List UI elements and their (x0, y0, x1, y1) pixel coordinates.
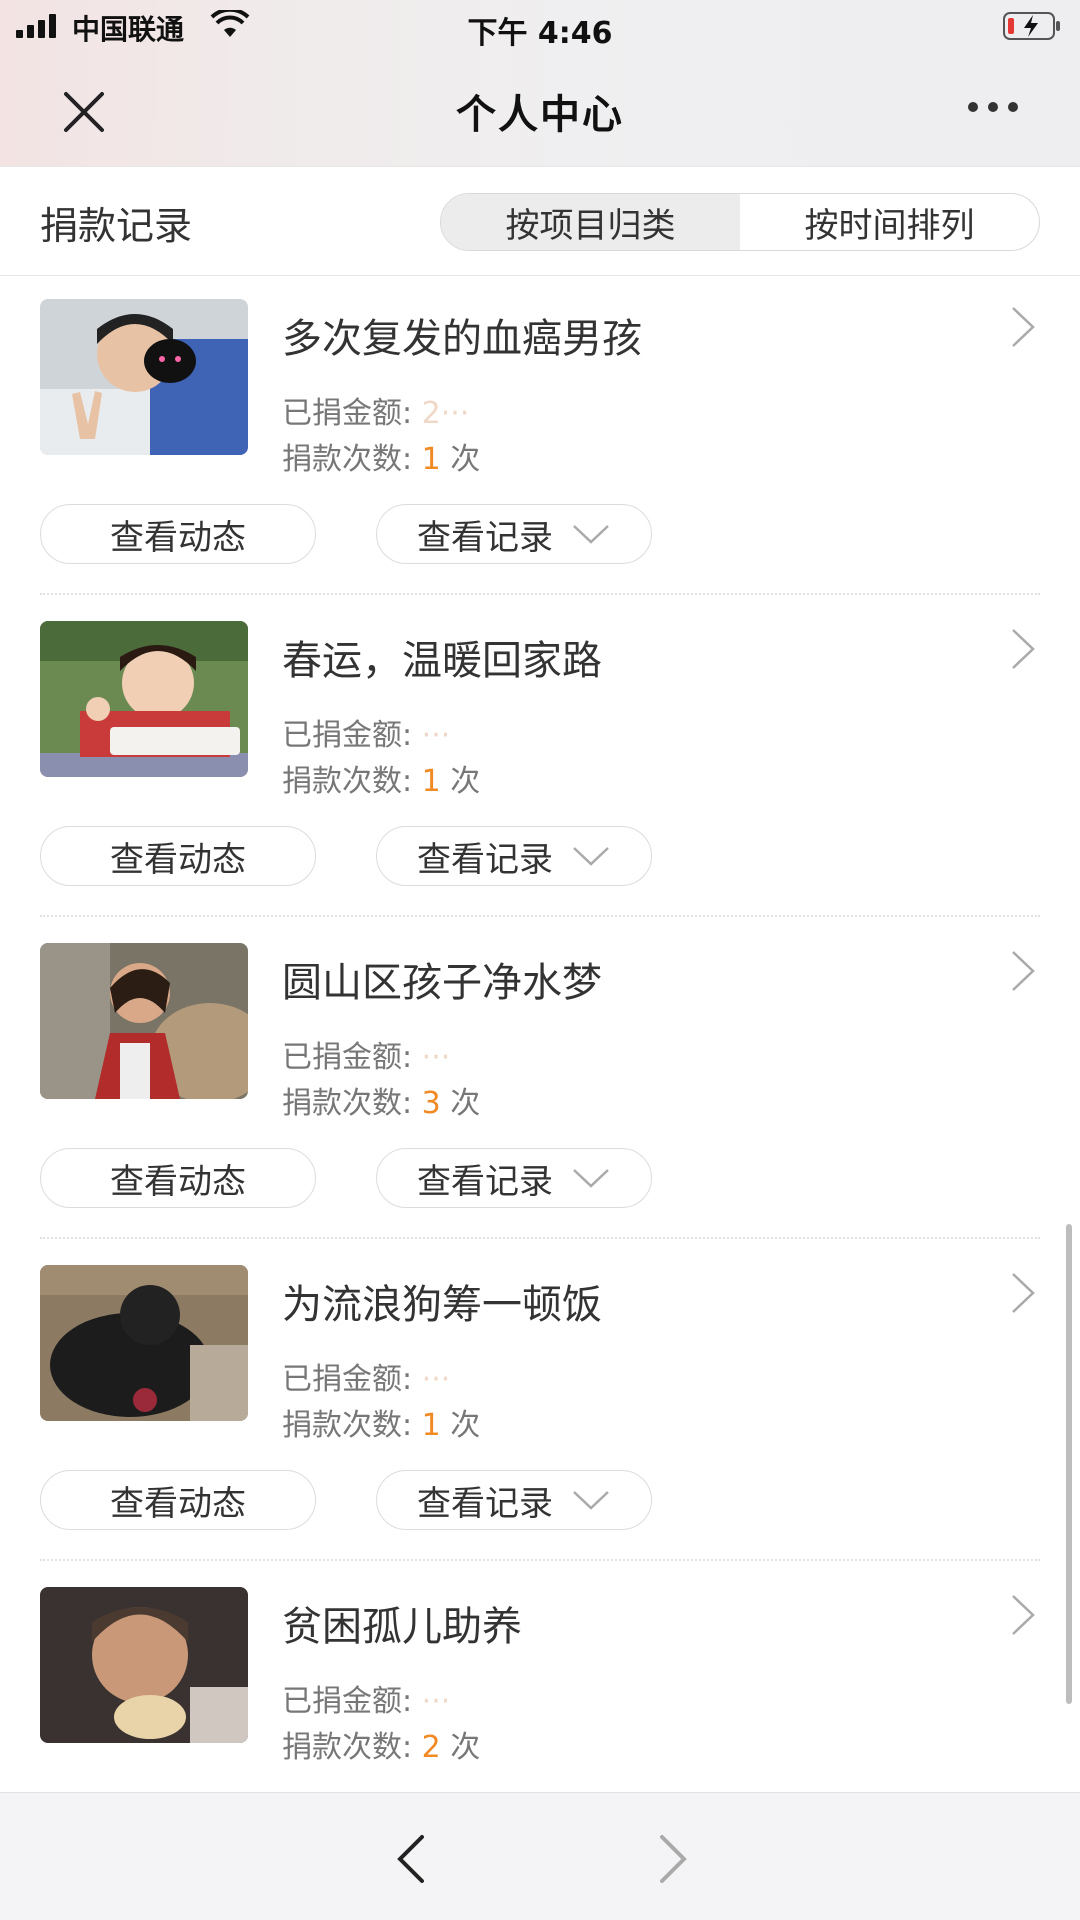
chevron-right-icon[interactable] (1008, 304, 1038, 350)
donated-amount: 已捐金额: 2··· (282, 396, 470, 431)
status-time: 下午 4:46 (467, 16, 613, 51)
list-item[interactable]: 春运，温暖回家路 已捐金额: ··· 捐款次数: 1 次 查看动态 查看记录 (0, 598, 1080, 920)
item-title: 多次复发的血癌男孩 (282, 316, 642, 362)
donated-amount: 已捐金额: ··· (282, 1040, 451, 1075)
donated-amount: 已捐金额: ··· (282, 718, 451, 753)
donation-header: 捐款记录 按项目归类 按时间排列 (0, 166, 1080, 276)
view-records-button[interactable]: 查看记录 (376, 1470, 652, 1530)
chevron-right-icon[interactable] (1008, 1592, 1038, 1638)
list-item[interactable]: 圆山区孩子净水梦 已捐金额: ··· 捐款次数: 3 次 查看动态 查看记录 (0, 920, 1080, 1242)
chevron-down-icon (573, 525, 609, 544)
divider (40, 915, 1040, 917)
scrollbar[interactable] (1066, 1224, 1072, 1704)
donation-count: 捐款次数: 1 次 (282, 442, 481, 477)
divider (40, 593, 1040, 595)
bottom-nav-bar (0, 1792, 1080, 1920)
donated-amount: 已捐金额: ··· (282, 1684, 451, 1719)
donation-count: 捐款次数: 2 次 (282, 1730, 481, 1765)
list-item[interactable]: 为流浪狗筹一顿饭 已捐金额: ··· 捐款次数: 1 次 查看动态 查看记录 (0, 1242, 1080, 1564)
back-arrow-icon[interactable] (392, 1833, 428, 1885)
donation-list: 多次复发的血癌男孩 已捐金额: 2··· 捐款次数: 1 次 查看动态 查看记录… (0, 276, 1080, 1792)
item-title: 春运，温暖回家路 (282, 638, 602, 684)
divider (40, 1559, 1040, 1561)
donated-amount: 已捐金额: ··· (282, 1362, 451, 1397)
nav-bar: 个人中心 (0, 58, 1080, 166)
child-hospital-photo (40, 299, 248, 455)
more-icon[interactable] (968, 102, 1018, 112)
sort-segmented-control: 按项目归类 按时间排列 (440, 193, 1040, 251)
chevron-down-icon (573, 1169, 609, 1188)
child-eating-photo (40, 621, 248, 777)
donation-count: 捐款次数: 1 次 (282, 1408, 481, 1443)
page-title: 个人中心 (456, 92, 624, 138)
view-records-button[interactable]: 查看记录 (376, 504, 652, 564)
divider (40, 1237, 1040, 1239)
status-bar: 中国联通 下午 4:46 (0, 0, 1080, 52)
item-title: 圆山区孩子净水梦 (282, 960, 602, 1006)
chevron-right-icon[interactable] (1008, 626, 1038, 672)
chevron-down-icon (573, 847, 609, 866)
donation-count: 捐款次数: 1 次 (282, 764, 481, 799)
view-news-button[interactable]: 查看动态 (40, 826, 316, 886)
donation-count: 捐款次数: 3 次 (282, 1086, 481, 1121)
chevron-right-icon[interactable] (1008, 1270, 1038, 1316)
list-item[interactable]: 多次复发的血癌男孩 已捐金额: 2··· 捐款次数: 1 次 查看动态 查看记录 (0, 276, 1080, 598)
view-news-button[interactable]: 查看动态 (40, 504, 316, 564)
battery-icon (1003, 12, 1060, 40)
top-bar: 中国联通 下午 4:46 个人中心 (0, 0, 1080, 166)
view-records-button[interactable]: 查看记录 (376, 826, 652, 886)
view-records-button[interactable]: 查看记录 (376, 1148, 652, 1208)
forward-arrow-icon[interactable] (656, 1833, 692, 1885)
chevron-right-icon[interactable] (1008, 948, 1038, 994)
view-news-button[interactable]: 查看动态 (40, 1148, 316, 1208)
item-title: 为流浪狗筹一顿饭 (282, 1282, 602, 1328)
section-title: 捐款记录 (40, 204, 193, 248)
orphan-child-photo (40, 1587, 248, 1743)
view-news-button[interactable]: 查看动态 (40, 1470, 316, 1530)
segment-by-project[interactable]: 按项目归类 (441, 194, 740, 250)
chevron-down-icon (573, 1491, 609, 1510)
item-title: 贫困孤儿助养 (282, 1604, 522, 1650)
list-item[interactable]: 贫困孤儿助养 已捐金额: ··· 捐款次数: 2 次 查看动态 查看记录 (0, 1564, 1080, 1792)
stray-dog-photo (40, 1265, 248, 1421)
segment-by-time[interactable]: 按时间排列 (740, 194, 1039, 250)
child-water-photo (40, 943, 248, 1099)
